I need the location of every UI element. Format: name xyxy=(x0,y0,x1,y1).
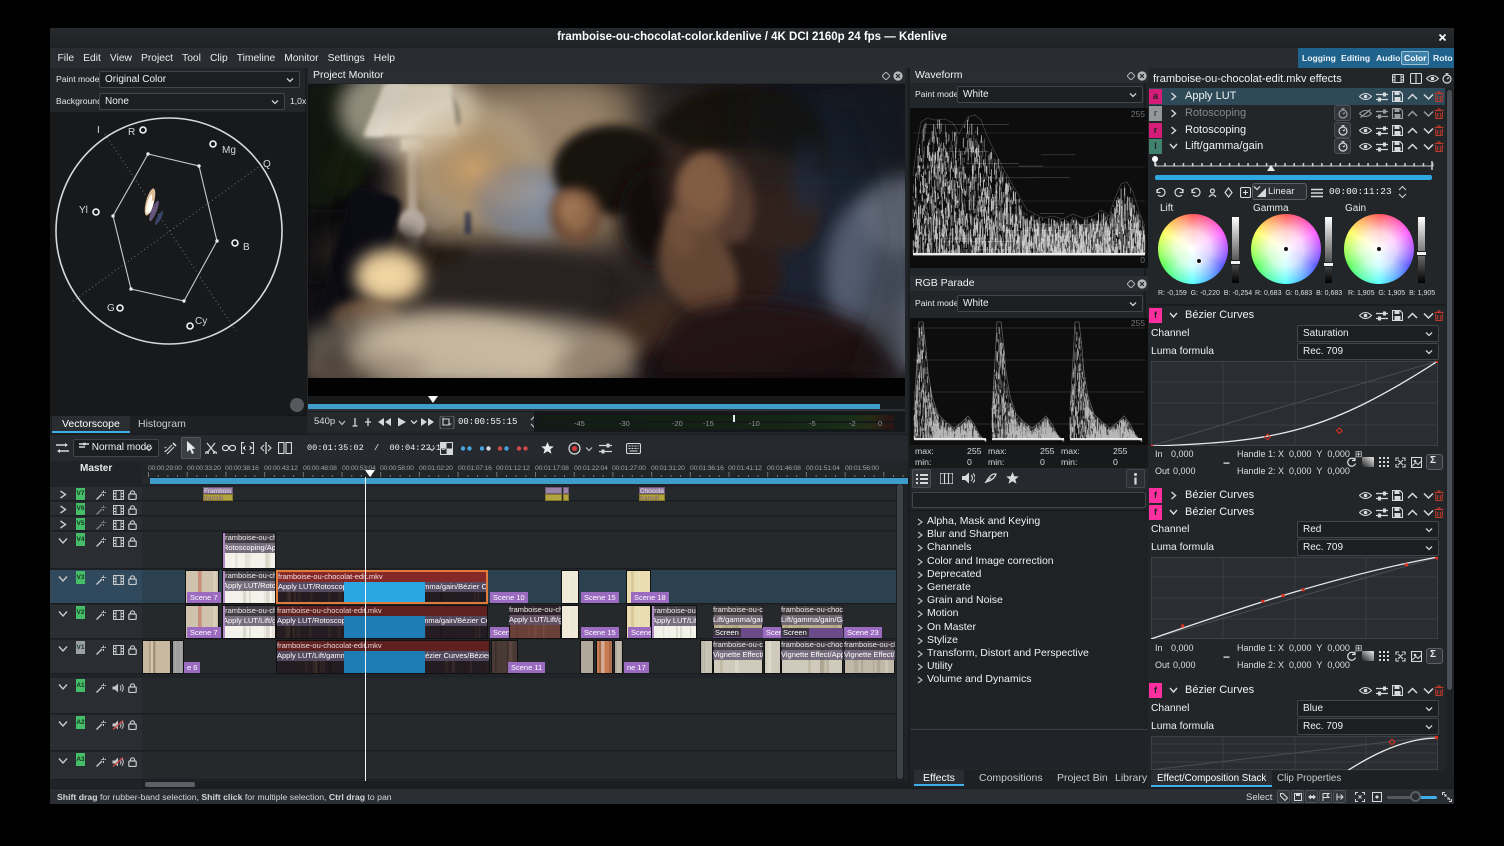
svg-text:I: I xyxy=(97,125,100,136)
svg-text:B: B xyxy=(243,242,250,253)
svg-text:R: R xyxy=(128,127,135,138)
svg-text:Cy: Cy xyxy=(195,316,207,327)
svg-text:G: G xyxy=(107,303,115,314)
svg-text:Q: Q xyxy=(263,159,271,170)
svg-text:Yl: Yl xyxy=(79,205,88,216)
svg-text:Mg: Mg xyxy=(222,145,236,156)
